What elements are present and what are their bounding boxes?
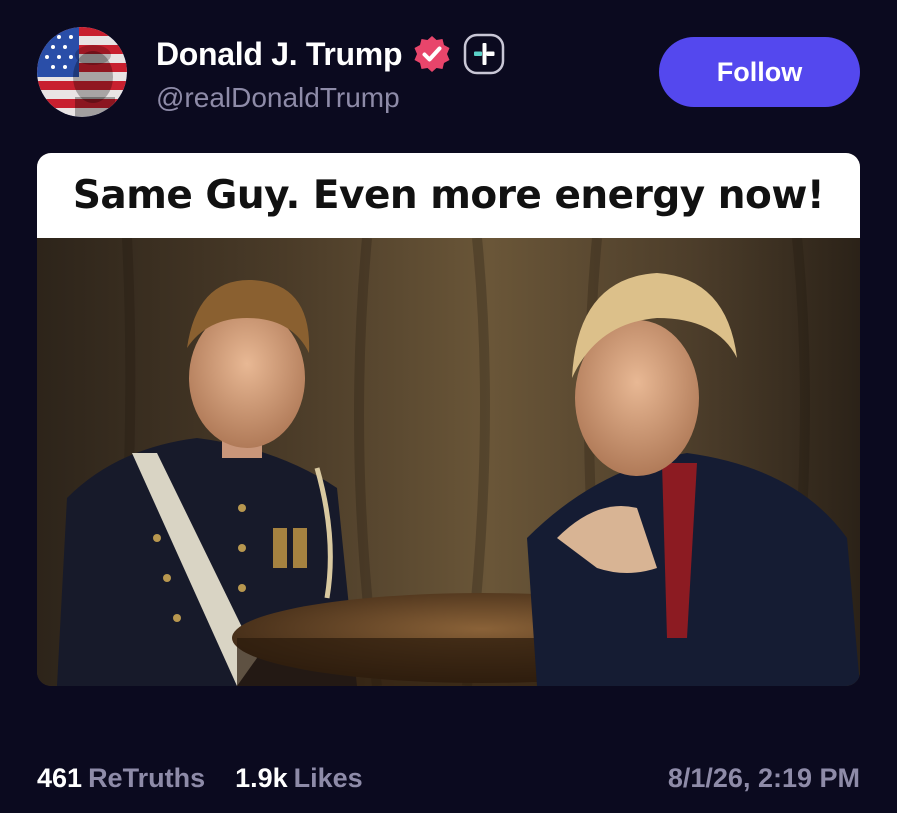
verified-badge-icon (412, 34, 452, 74)
display-name[interactable]: Donald J. Trump (156, 36, 403, 73)
media-caption: Same Guy. Even more energy now! (72, 173, 825, 218)
retruths-label: ReTruths (88, 762, 206, 793)
media-caption-strip: Same Guy. Even more energy now! (37, 153, 860, 238)
author-handle[interactable]: @realDonaldTrump (156, 82, 400, 114)
retruths-count: 461 (37, 762, 83, 793)
retruths-stat[interactable]: 461 ReTruths (37, 763, 205, 794)
follow-button[interactable]: Follow (659, 37, 860, 107)
likes-count: 1.9k (235, 762, 288, 793)
author-name-row: Donald J. Trump (156, 32, 506, 76)
truth-post: Donald J. Trump @realDonaldTrump Follow … (0, 0, 897, 813)
likes-stat[interactable]: 1.9k Likes (235, 763, 363, 794)
post-media[interactable]: Same Guy. Even more energy now! (37, 153, 860, 686)
post-image (37, 238, 860, 686)
flag-portrait-avatar-icon (37, 27, 127, 117)
plus-badge-icon[interactable] (462, 32, 506, 76)
post-footer: 461 ReTruths 1.9k Likes 8/1/26, 2:19 PM (37, 758, 860, 798)
likes-label: Likes (293, 762, 363, 793)
avatar[interactable] (37, 27, 127, 117)
post-timestamp[interactable]: 8/1/26, 2:19 PM (668, 763, 860, 794)
